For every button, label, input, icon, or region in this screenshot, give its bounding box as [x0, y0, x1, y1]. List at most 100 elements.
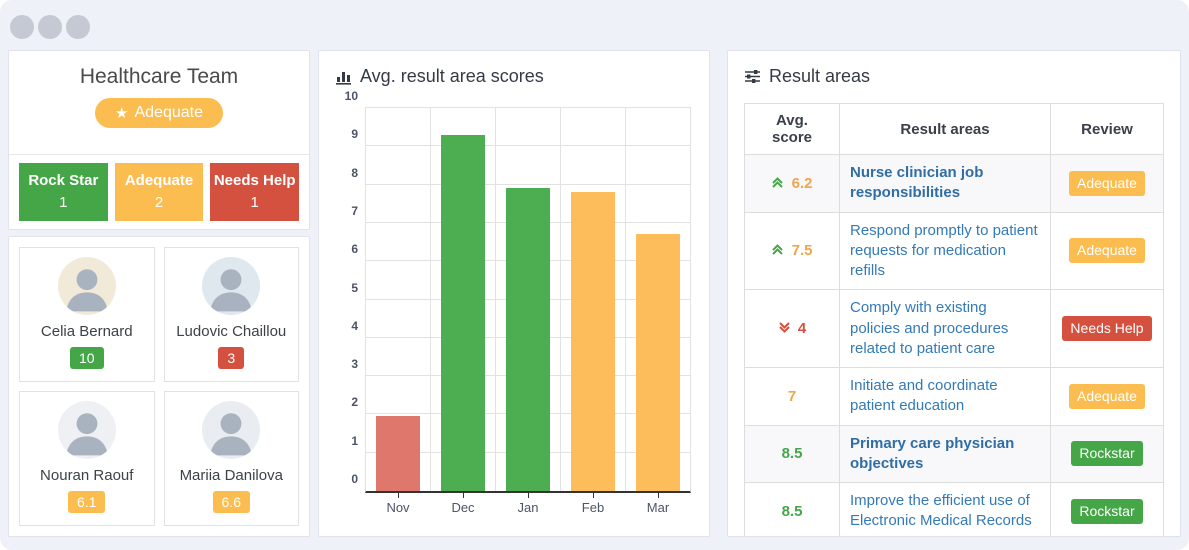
- result-areas-table: Avg. score Result areas Review 6.2 Nurse …: [744, 103, 1164, 536]
- bar-chart-icon: [336, 72, 351, 85]
- team-summary-card: Healthcare Team ★ Adequate Rock Star 1 Ade…: [8, 50, 310, 230]
- avg-score-cell: 6.2: [744, 154, 840, 213]
- y-axis-label: 3: [351, 357, 358, 372]
- star-icon: ★: [115, 104, 129, 122]
- avg-score-cell: 7: [744, 367, 840, 426]
- window-controls: [10, 15, 90, 39]
- result-area-row: 4 Comply with existing policies and proce…: [744, 289, 1164, 368]
- avatar: [202, 401, 261, 459]
- review-cell: Adequate: [1050, 211, 1164, 291]
- result-area-cell: Respond promptly to patient requests for…: [839, 211, 1051, 291]
- member-score-badge: 3: [218, 347, 245, 370]
- column-header-result-areas: Result areas: [839, 103, 1051, 155]
- y-axis-label: 10: [344, 89, 358, 103]
- team-status-label: Adequate: [134, 104, 203, 121]
- y-axis-label: 4: [351, 318, 358, 333]
- review-cell: Needs Help: [1050, 289, 1164, 368]
- result-areas-title: Result areas: [769, 66, 871, 86]
- avatar: [57, 257, 116, 315]
- chart-area: 0 1 2 3 4 5 6 7 8 9 10 Nov Dec Jan Feb Mar: [335, 90, 693, 521]
- result-areas-panel-title: Result areas: [744, 66, 1164, 87]
- chart-category-slot: Dec: [431, 108, 496, 515]
- avg-score-cell: 8.5: [744, 424, 840, 483]
- review-badge: Rockstar: [1071, 498, 1143, 524]
- review-badge: Adequate: [1069, 238, 1145, 264]
- chart-panel-title: Avg. result area scores: [335, 66, 693, 87]
- avatar: [57, 401, 116, 459]
- member-name: Celia Bernard: [40, 323, 133, 340]
- y-axis-label: 2: [351, 395, 358, 410]
- stat-rock-star: Rock Star 1: [19, 163, 108, 221]
- x-axis-label: Mar: [646, 500, 670, 515]
- sliders-icon: [745, 70, 760, 83]
- review-badge: Adequate: [1069, 170, 1145, 196]
- avg-score-cell: 8.5: [744, 482, 840, 536]
- avg-score-cell: 7.5: [744, 211, 840, 291]
- result-area-cell: Nurse clinician job responsibilities: [839, 154, 1051, 213]
- trend-up-icon: [772, 176, 784, 188]
- stat-label: Rock Star: [28, 172, 99, 189]
- result-area-link[interactable]: Nurse clinician job responsibilities: [850, 163, 1040, 204]
- member-name: Ludovic Chaillou: [176, 323, 287, 340]
- window-dot: [38, 15, 62, 39]
- result-area-link[interactable]: Initiate and coordinate patient educatio…: [850, 376, 1040, 417]
- result-area-link[interactable]: Improve the efficient use of Electronic …: [850, 491, 1040, 532]
- avg-scores-chart-card: Avg. result area scores 0 1 2 3 4 5 6 7 8 9 10 Nov D…: [318, 50, 710, 537]
- review-cell: Rockstar: [1050, 482, 1164, 536]
- team-title: Healthcare Team: [79, 65, 239, 88]
- result-area-row: 8.5 Primary care physician objectives Rock…: [744, 424, 1164, 483]
- person-silhouette-icon: [65, 269, 108, 312]
- result-area-row: 8.5 Improve the efficient use of Electron…: [744, 482, 1164, 536]
- member-card-ludovic-chaillou[interactable]: Ludovic Chaillou 3: [163, 247, 299, 382]
- stat-count: 2: [154, 193, 164, 211]
- result-area-cell: Initiate and coordinate patient educatio…: [839, 367, 1051, 426]
- member-score-badge: 6.1: [68, 491, 106, 514]
- team-status-badge: ★ Adequate: [95, 98, 223, 128]
- member-card-nouran-raouf[interactable]: Nouran Raouf 6.1: [19, 391, 155, 526]
- result-area-row: 7.5 Respond promptly to patient requests …: [744, 211, 1164, 291]
- x-axis-label: Feb: [581, 500, 605, 515]
- review-cell: Adequate: [1050, 154, 1164, 213]
- stat-count: 1: [250, 193, 259, 211]
- result-area-link[interactable]: Comply with existing policies and proced…: [850, 298, 1040, 359]
- person-silhouette-icon: [65, 413, 108, 456]
- x-axis-label: Nov: [386, 500, 410, 515]
- result-areas-card: Result areas Avg. score Result areas Rev…: [727, 50, 1181, 537]
- result-area-cell: Primary care physician objectives: [839, 424, 1051, 483]
- team-stats-row: Rock Star 1 Adequate 2 Needs Help 1: [9, 155, 309, 229]
- chart-category-slot: Nov: [366, 108, 431, 515]
- y-axis-label: 0: [351, 472, 358, 486]
- y-axis-label: 7: [351, 203, 358, 218]
- chart-bar-jan: [506, 188, 550, 491]
- result-area-row: 7 Initiate and coordinate patient educati…: [744, 367, 1164, 426]
- person-silhouette-icon: [210, 413, 253, 456]
- review-badge: Needs Help: [1062, 316, 1152, 342]
- x-axis-label: Dec: [451, 500, 475, 515]
- chart-bar-dec: [441, 134, 485, 491]
- member-card-mariia-danilova[interactable]: Mariia Danilova 6.6: [163, 391, 299, 526]
- review-cell: Adequate: [1050, 367, 1164, 426]
- member-score-badge: 10: [69, 347, 104, 370]
- stat-count: 1: [59, 193, 68, 211]
- x-axis-tick: [658, 493, 659, 498]
- trend-up-icon: [772, 244, 784, 256]
- chart-bar-nov: [376, 416, 420, 491]
- result-area-cell: Improve the efficient use of Electronic …: [839, 482, 1051, 536]
- chart-bar-mar: [636, 234, 680, 491]
- result-area-link[interactable]: Respond promptly to patient requests for…: [850, 221, 1040, 282]
- stat-adequate: Adequate 2: [114, 163, 204, 221]
- member-name: Nouran Raouf: [40, 467, 134, 484]
- avatar: [202, 257, 261, 315]
- y-axis-label: 5: [351, 280, 358, 295]
- result-area-row: 6.2 Nurse clinician job responsibilities A…: [744, 154, 1164, 213]
- team-members-card: Celia Bernard 10 Ludovic Chaillou 3 Nouran R…: [8, 236, 310, 537]
- y-axis-label: 8: [351, 165, 358, 180]
- chart-title: Avg. result area scores: [360, 66, 544, 86]
- result-area-link[interactable]: Primary care physician objectives: [850, 434, 1040, 475]
- window-dot: [10, 15, 34, 39]
- member-score-badge: 6.6: [212, 491, 250, 514]
- review-badge: Rockstar: [1071, 441, 1143, 467]
- x-axis-tick: [398, 493, 399, 498]
- member-card-celia-bernard[interactable]: Celia Bernard 10: [19, 247, 155, 382]
- y-axis-label: 9: [351, 127, 358, 142]
